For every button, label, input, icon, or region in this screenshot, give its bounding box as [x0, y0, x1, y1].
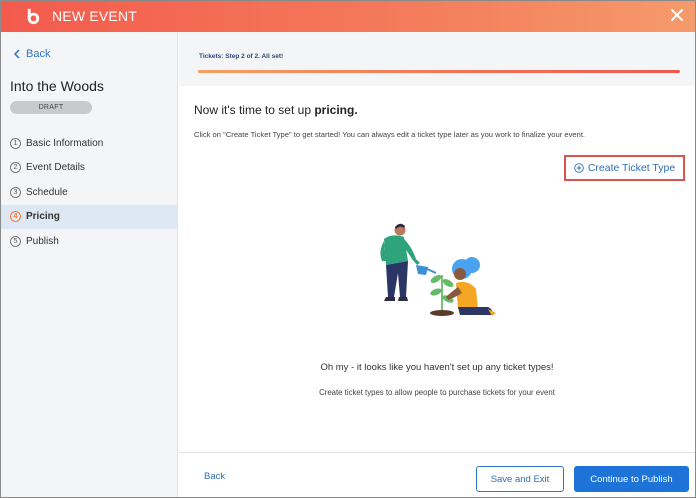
window-title: NEW EVENT — [52, 8, 138, 24]
step-number: 5 — [10, 235, 21, 247]
sidebar-back-link[interactable]: Back — [13, 48, 50, 60]
sidebar-step-schedule[interactable]: 3 Schedule — [1, 180, 177, 205]
status-badge: DRAFT — [10, 101, 92, 114]
progress-panel: Tickets: Step 2 of 2. All set! — [179, 32, 695, 86]
step-label: Schedule — [26, 186, 68, 198]
heading-text: Now it's time to set up — [194, 103, 315, 117]
gardening-illustration — [380, 223, 496, 316]
create-ticket-type-button[interactable]: Create Ticket Type — [564, 155, 685, 181]
sidebar-step-pricing[interactable]: 4 Pricing — [1, 204, 177, 229]
instructions-text: Click on "Create Ticket Type" to get sta… — [194, 130, 586, 139]
step-number: 1 — [10, 137, 21, 149]
step-list: 1 Basic Information 2 Event Details 3 Sc… — [1, 131, 177, 254]
create-ticket-type-label: Create Ticket Type — [587, 162, 676, 174]
step-number: 4 — [10, 211, 21, 223]
progress-fill — [198, 70, 680, 73]
continue-to-publish-button[interactable]: Continue to Publish — [574, 466, 689, 492]
sidebar: Back Into the Woods DRAFT 1 Basic Inform… — [1, 32, 178, 497]
plus-circle-icon — [574, 163, 584, 173]
chevron-left-icon — [13, 49, 20, 59]
footer-back-link[interactable]: Back — [204, 471, 225, 482]
sidebar-back-label: Back — [26, 48, 51, 60]
event-title: Into the Woods — [10, 78, 104, 94]
page-heading: Now it's time to set up pricing. — [194, 103, 358, 117]
app-window: NEW EVENT Back Into the Woods DRAFT 1 Ba… — [0, 0, 696, 498]
step-label: Basic Information — [26, 137, 104, 149]
step-number: 3 — [10, 186, 21, 198]
close-icon[interactable] — [668, 6, 686, 24]
sidebar-step-publish[interactable]: 5 Publish — [1, 229, 177, 254]
progress-bar — [198, 70, 680, 73]
sidebar-step-basic-information[interactable]: 1 Basic Information — [1, 131, 177, 156]
empty-state-title: Oh my - it looks like you haven't set up… — [320, 362, 554, 373]
step-label: Event Details — [26, 162, 85, 174]
save-and-exit-button[interactable]: Save and Exit — [476, 466, 564, 492]
footer-bar: Back Save and Exit Continue to Publish — [179, 452, 695, 497]
heading-emphasis: pricing. — [314, 103, 358, 117]
step-number: 2 — [10, 162, 21, 174]
main-content: Tickets: Step 2 of 2. All set! Now it's … — [179, 32, 695, 497]
progress-label: Tickets: Step 2 of 2. All set! — [199, 53, 284, 60]
sidebar-step-event-details[interactable]: 2 Event Details — [1, 156, 177, 181]
title-bar: NEW EVENT — [1, 1, 695, 32]
step-label: Pricing — [26, 211, 60, 223]
step-label: Publish — [26, 235, 59, 247]
empty-state-subtitle: Create ticket types to allow people to p… — [319, 388, 555, 397]
brand-logo-icon — [27, 8, 40, 25]
